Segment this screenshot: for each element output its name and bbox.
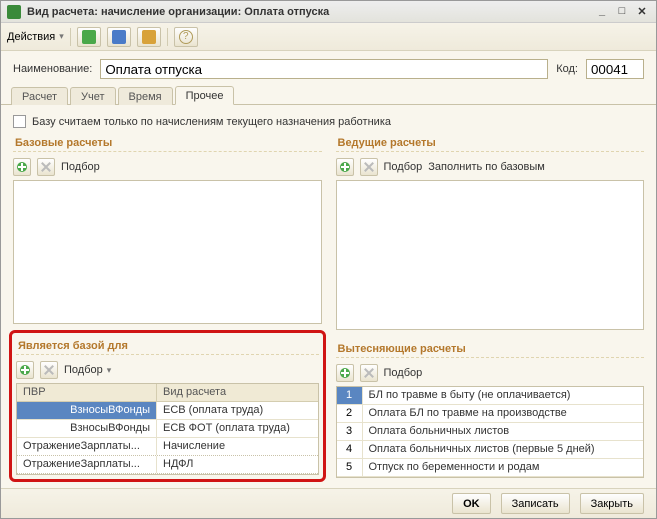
tab-content-prochee: Базу считаем только по начислениям текущ… [1, 105, 656, 488]
titlebar: Вид расчета: начисление организации: Опл… [1, 1, 656, 23]
leading-grid[interactable] [336, 180, 645, 330]
plus-icon [20, 365, 30, 375]
toolbar: Действия ? [1, 23, 656, 51]
table-row[interactable]: ОтражениеЗарплаты... НДФЛ [17, 456, 318, 474]
name-label: Наименование: [13, 63, 92, 75]
toolbar-btn-3[interactable] [137, 27, 161, 47]
action-icon [112, 30, 126, 44]
tab-vremya[interactable]: Время [118, 87, 173, 105]
isbase-col-vid: Вид расчета [157, 384, 318, 401]
toolbar-btn-1[interactable] [77, 27, 101, 47]
name-code-row: Наименование: Код: [1, 51, 656, 83]
base-delete-button[interactable] [37, 158, 55, 176]
disp-add-button[interactable] [336, 364, 354, 382]
name-input[interactable] [100, 59, 548, 79]
list-item[interactable]: 2 Оплата БЛ по травме на производстве [337, 405, 644, 423]
delete-icon [41, 162, 51, 172]
disp-grid[interactable]: 1 БЛ по травме в быту (не оплачивается) … [336, 386, 645, 478]
delete-icon [44, 365, 54, 375]
base-grid[interactable] [13, 180, 322, 324]
list-item[interactable]: 5 Отпуск по беременности и родам [337, 459, 644, 477]
code-input[interactable] [586, 59, 644, 79]
isbase-add-button[interactable] [16, 361, 34, 379]
base-only-current-checkbox[interactable] [13, 115, 26, 128]
list-item[interactable]: 3 Оплата больничных листов [337, 423, 644, 441]
plus-icon [17, 162, 27, 172]
disp-podbor-link[interactable]: Подбор [384, 367, 423, 379]
panel-title-leading: Ведущие расчеты [336, 134, 645, 152]
list-item[interactable]: 1 БЛ по травме в быту (не оплачивается) [337, 387, 644, 405]
action2-icon [142, 30, 156, 44]
app-icon [7, 5, 21, 19]
tabs: Расчет Учет Время Прочее [1, 83, 656, 105]
base-podbor-link[interactable]: Подбор [61, 161, 100, 173]
window-title: Вид расчета: начисление организации: Опл… [27, 6, 590, 18]
plus-icon [340, 368, 350, 378]
disp-delete-button[interactable] [360, 364, 378, 382]
leading-fill-link[interactable]: Заполнить по базовым [428, 161, 545, 173]
table-row[interactable]: ВзносыВФонды ЕСВ (оплата труда) [17, 402, 318, 420]
tab-raschet[interactable]: Расчет [11, 87, 68, 105]
actions-menu[interactable]: Действия [7, 31, 64, 43]
plus-icon [340, 162, 350, 172]
save-icon [82, 30, 96, 44]
isbase-grid[interactable]: ПВР Вид расчета ВзносыВФонды ЕСВ (оплата… [16, 383, 319, 475]
delete-icon [364, 368, 374, 378]
delete-icon [364, 162, 374, 172]
is-base-for-highlight: Является базой для Подбор ПВР Вид расчет… [9, 330, 326, 482]
leading-podbor-link[interactable]: Подбор [384, 161, 423, 173]
base-add-button[interactable] [13, 158, 31, 176]
maximize-button[interactable]: □ [614, 5, 630, 19]
leading-add-button[interactable] [336, 158, 354, 176]
footer: OK Записать Закрыть [1, 488, 656, 518]
minimize-button[interactable]: _ [594, 5, 610, 19]
tab-uchet[interactable]: Учет [70, 87, 116, 105]
list-item[interactable]: 4 Оплата больничных листов (первые 5 дне… [337, 441, 644, 459]
tab-prochee[interactable]: Прочее [175, 86, 235, 105]
ok-button[interactable]: OK [452, 493, 491, 514]
panel-title-displacing: Вытесняющие расчеты [336, 340, 645, 358]
isbase-col-pvr: ПВР [17, 384, 157, 401]
panel-title-isbasefor: Является базой для [16, 337, 319, 355]
leading-delete-button[interactable] [360, 158, 378, 176]
table-row[interactable]: ВзносыВФонды ЕСВ ФОТ (оплата труда) [17, 420, 318, 438]
isbase-delete-button[interactable] [40, 361, 58, 379]
save-button[interactable]: Записать [501, 493, 570, 514]
help-icon: ? [179, 30, 193, 44]
close-button[interactable]: ✕ [634, 5, 650, 19]
code-label: Код: [556, 63, 578, 75]
close-form-button[interactable]: Закрыть [580, 493, 644, 514]
toolbar-btn-2[interactable] [107, 27, 131, 47]
panel-title-base: Базовые расчеты [13, 134, 322, 152]
checkbox-row: Базу считаем только по начислениям текущ… [13, 115, 644, 128]
table-row[interactable]: ОтражениеЗарплаты... Начисление [17, 438, 318, 456]
help-button[interactable]: ? [174, 27, 198, 47]
checkbox-label: Базу считаем только по начислениям текущ… [32, 116, 391, 128]
isbase-podbor-link[interactable]: Подбор [64, 364, 111, 376]
